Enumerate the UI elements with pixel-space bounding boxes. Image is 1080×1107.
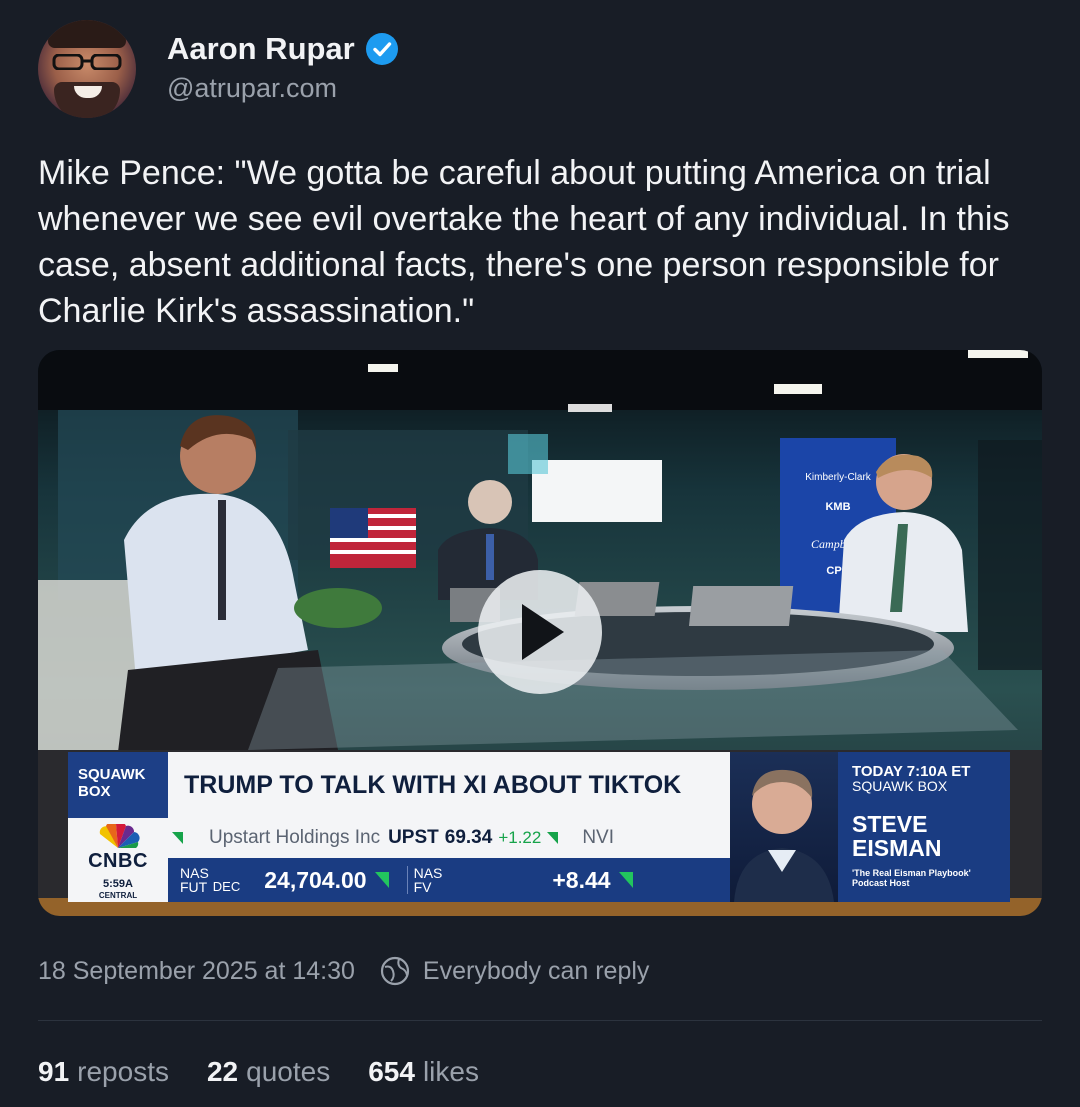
up-arrow-icon xyxy=(172,832,183,844)
post-header: Aaron Rupar @atrupar.com xyxy=(38,20,399,118)
fair-value-label-1: NAS xyxy=(413,865,443,881)
play-button[interactable] xyxy=(478,570,602,694)
likes-count: 654 xyxy=(368,1056,415,1087)
up-arrow-icon xyxy=(618,872,633,888)
author-name[interactable]: Aaron Rupar xyxy=(167,31,355,67)
chyron: SQUAWK BOX TRUMP TO TALK WITH XI ABOUT T… xyxy=(38,752,1042,916)
reposts-stat[interactable]: 91 reposts xyxy=(38,1056,169,1088)
globe-icon xyxy=(380,956,410,986)
quotes-stat[interactable]: 22 quotes xyxy=(207,1056,330,1088)
peacock-logo-icon xyxy=(99,824,140,848)
play-icon xyxy=(522,604,564,660)
quotes-label: quotes xyxy=(246,1056,331,1087)
guest-title-2: Podcast Host xyxy=(852,878,910,888)
fair-value: +8.44 xyxy=(552,866,611,893)
guest-title-1: 'The Real Eisman Playbook' xyxy=(852,868,971,878)
up-arrow-icon xyxy=(374,872,389,888)
show-label-line2: BOX xyxy=(78,783,111,800)
reposts-count: 91 xyxy=(38,1056,70,1087)
verified-badge-icon xyxy=(365,32,398,65)
show-label: SQUAWK BOX xyxy=(68,752,168,818)
guest-first-name: STEVE xyxy=(852,811,928,837)
network-logo: CNBC xyxy=(88,850,148,872)
likes-label: likes xyxy=(422,1056,479,1087)
user-info: Aaron Rupar @atrupar.com xyxy=(167,31,399,104)
stock-change: +1.22 xyxy=(498,828,542,847)
promo-show: SQUAWK BOX xyxy=(852,778,948,794)
futures-label-1: NAS xyxy=(180,865,209,881)
wall-ticker-1: KMB xyxy=(825,501,850,513)
wall-brand-1: Kimberly-Clark xyxy=(805,472,872,483)
post-text: Mike Pence: "We gotta be careful about p… xyxy=(38,154,1010,330)
reposts-label: reposts xyxy=(77,1056,169,1087)
video-player[interactable]: Kimberly-Clark KMB Campbell's CPB SQUAWK… xyxy=(38,350,1042,916)
guest-portrait xyxy=(734,769,834,902)
guest-last-name: EISMAN xyxy=(852,835,942,861)
stock-ticker: Upstart Holdings Inc UPST 69.34 +1.22 NV… xyxy=(168,818,730,858)
author-handle[interactable]: @atrupar.com xyxy=(167,73,399,104)
guest-info: TODAY 7:10A ET SQUAWK BOX STEVE EISMAN '… xyxy=(838,752,1010,902)
next-stock-symbol: NVI xyxy=(582,827,615,848)
guest-photo xyxy=(730,752,838,902)
show-label-line1: SQUAWK xyxy=(78,766,146,783)
futures-row: NAS FUT DEC 24,704.00 NAS FV +8.44 xyxy=(168,858,730,902)
chyron-headline: TRUMP TO TALK WITH XI ABOUT TIKTOK xyxy=(168,752,730,818)
futures-label: NAS FUT xyxy=(168,866,209,894)
stock-symbol: UPST xyxy=(388,827,439,848)
reply-setting[interactable]: Everybody can reply xyxy=(423,957,650,986)
futures-month: DEC xyxy=(212,878,241,894)
avatar[interactable] xyxy=(38,20,136,118)
post-timestamp[interactable]: 18 September 2025 at 14:30 xyxy=(38,957,355,986)
fair-value-label: NAS FV xyxy=(406,865,443,895)
glasses-graphic xyxy=(52,54,122,70)
post-meta: 18 September 2025 at 14:30 Everybody can… xyxy=(38,955,649,987)
up-arrow-icon xyxy=(547,832,559,844)
promo-time: TODAY 7:10A ET xyxy=(852,763,971,780)
broadcast-zone: CENTRAL xyxy=(98,891,138,900)
engagement-stats: 91 reposts 22 quotes 654 likes xyxy=(38,1056,517,1088)
stock-price: 69.34 xyxy=(444,827,493,848)
divider xyxy=(38,1020,1042,1021)
stock-name: Upstart Holdings Inc xyxy=(209,827,381,848)
futures-label-2: FUT xyxy=(180,879,208,895)
network-box: CNBC 5:59A CENTRAL xyxy=(68,818,168,902)
futures-value: 24,704.00 xyxy=(264,866,367,893)
broadcast-clock: 5:59A xyxy=(103,878,133,890)
likes-stat[interactable]: 654 likes xyxy=(368,1056,479,1088)
fair-value-label-2: FV xyxy=(413,879,432,895)
quotes-count: 22 xyxy=(206,1056,239,1087)
